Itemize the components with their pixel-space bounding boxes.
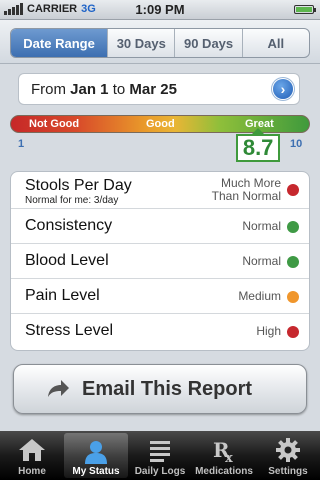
metrics-list: Stools Per Day Normal for me: 3/day Much… xyxy=(10,171,310,351)
tab-label: Settings xyxy=(268,466,308,477)
chevron-right-icon[interactable]: › xyxy=(273,79,293,99)
list-item-stress[interactable]: Stress Level High xyxy=(11,313,309,348)
tab-medications[interactable]: R x Medications xyxy=(192,431,256,480)
email-report-button[interactable]: Email This Report xyxy=(13,364,307,414)
metric-status: Medium xyxy=(238,289,281,303)
list-item-pain[interactable]: Pain Level Medium xyxy=(11,278,309,313)
tab-my-status[interactable]: My Status xyxy=(64,433,128,478)
email-button-label: Email This Report xyxy=(82,378,253,400)
gauge-label-good: Good xyxy=(146,118,175,130)
date-end: Mar 25 xyxy=(129,81,177,98)
range-toolbar: Date Range 30 Days 90 Days All xyxy=(0,20,320,64)
metric-status: Normal xyxy=(242,219,281,233)
tab-90-days[interactable]: 90 Days xyxy=(174,29,241,57)
status-dot xyxy=(287,184,299,196)
metric-label: Consistency xyxy=(25,217,113,234)
date-start: Jan 1 xyxy=(70,81,109,98)
tab-all[interactable]: All xyxy=(241,29,309,57)
tab-daily-logs[interactable]: Daily Logs xyxy=(128,431,192,480)
date-prefix: From xyxy=(31,81,66,98)
person-icon xyxy=(85,441,107,464)
date-connector: to xyxy=(112,81,126,98)
status-dot xyxy=(287,326,299,338)
status-dot xyxy=(287,221,299,233)
list-item-consistency[interactable]: Consistency Normal xyxy=(11,208,309,243)
metric-status: Much More Than Normal xyxy=(211,176,281,203)
list-item-blood[interactable]: Blood Level Normal xyxy=(11,243,309,278)
score-badge: 8.7 xyxy=(236,128,281,162)
status-dot xyxy=(287,291,299,303)
status-dot xyxy=(287,256,299,268)
range-segmented-control: Date Range 30 Days 90 Days All xyxy=(10,28,310,58)
tab-label: Daily Logs xyxy=(134,466,186,477)
clock: 1:09 PM xyxy=(135,2,185,17)
metric-label: Blood Level xyxy=(25,252,109,269)
metric-label: Stress Level xyxy=(25,322,114,339)
gauge-min: 1 xyxy=(18,138,25,150)
battery-icon xyxy=(294,5,316,14)
list-item-stools[interactable]: Stools Per Day Normal for me: 3/day Much… xyxy=(11,172,309,208)
rx-icon: R x xyxy=(213,438,233,463)
metric-sublabel: Normal for me: 3/day xyxy=(25,195,119,206)
tab-settings[interactable]: Settings xyxy=(256,431,320,480)
tab-30-days[interactable]: 30 Days xyxy=(107,29,174,57)
tab-home[interactable]: Home xyxy=(0,431,64,480)
tab-label: Home xyxy=(18,466,46,477)
date-range-text: From Jan 1 to Mar 25 xyxy=(31,81,177,98)
tab-date-range[interactable]: Date Range xyxy=(11,29,108,57)
status-bar: CARRIER 3G 1:09 PM xyxy=(0,0,320,20)
svg-text:x: x xyxy=(225,451,233,463)
tab-label: My Status xyxy=(72,466,120,477)
share-arrow-icon xyxy=(48,380,69,397)
metric-label: Stools Per Day xyxy=(25,177,132,194)
list-icon xyxy=(150,441,170,462)
home-icon xyxy=(19,439,45,461)
tab-label: Medications xyxy=(195,466,253,477)
tab-bar: Home My Status Daily Logs R x Medication… xyxy=(0,431,320,480)
gear-icon xyxy=(276,438,300,462)
gauge-max: 10 xyxy=(290,138,303,150)
metric-status: High xyxy=(256,324,281,338)
metric-status: Normal xyxy=(242,254,281,268)
metric-label: Pain Level xyxy=(25,287,100,304)
date-range-selector[interactable]: From Jan 1 to Mar 25 › xyxy=(18,73,300,105)
gauge-label-not-good: Not Good xyxy=(29,118,80,130)
